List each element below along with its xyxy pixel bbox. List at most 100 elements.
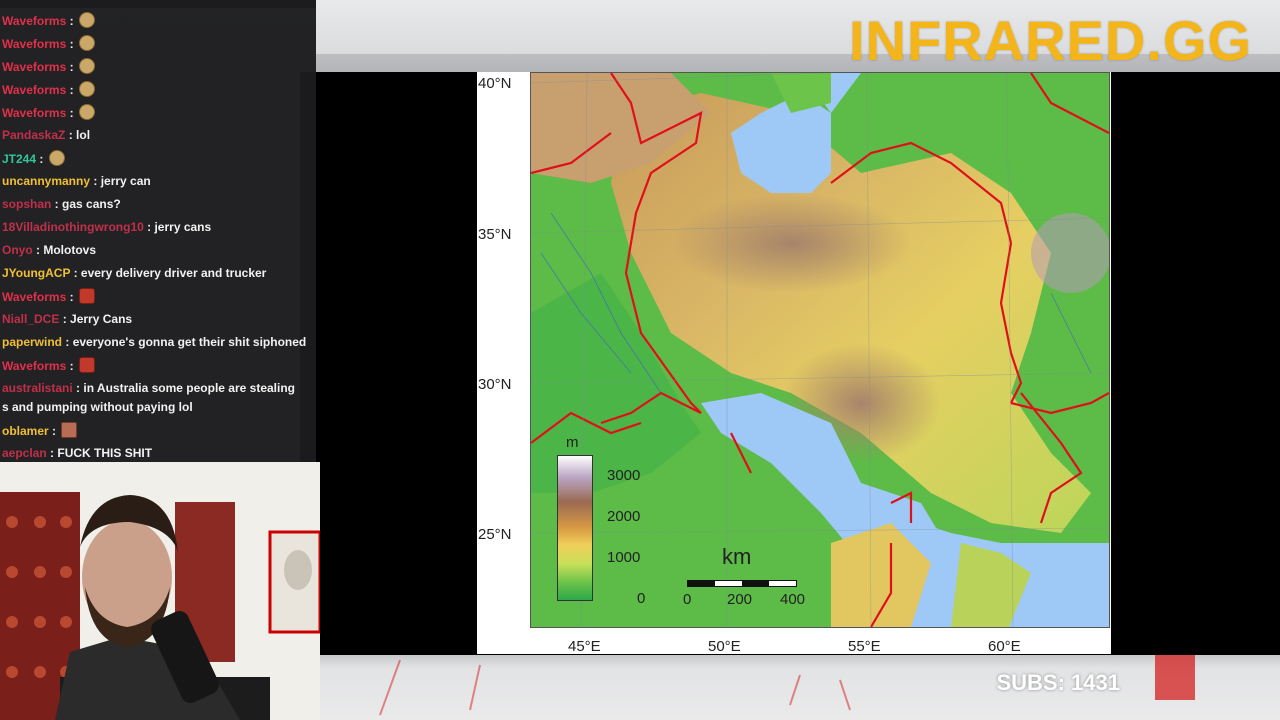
chat-separator: : (66, 60, 77, 74)
emote-icon (78, 288, 95, 304)
chat-message: uncannymanny : jerry can (2, 173, 151, 189)
chat-message: paperwind : everyone's gonna get their s… (2, 334, 306, 350)
chat-message-text: Molotovs (43, 243, 97, 257)
chat-message-text: Jerry Cans (70, 312, 133, 326)
chat-username[interactable]: 18Villadinothingwrong10 (2, 220, 144, 234)
chat-username[interactable]: aepclan (2, 446, 47, 460)
emote-icon (78, 35, 95, 51)
legend-tick-2000: 2000 (607, 508, 641, 525)
chat-message-text: every delivery driver and trucker (80, 266, 267, 280)
chat-message-text: s and pumping without paying lol (2, 400, 193, 414)
chat-username[interactable]: Waveforms (2, 290, 66, 304)
chat-username[interactable]: Waveforms (2, 37, 66, 51)
scale-bar (687, 580, 797, 587)
legend-tick-1000: 1000 (607, 549, 641, 566)
chat-message-text: lol (76, 128, 91, 142)
legend-tick-0: 0 (637, 590, 646, 607)
chat-separator: : (66, 106, 77, 120)
chat-message-text: FUCK THIS SHIT (57, 446, 153, 460)
scale-unit-label: km (722, 544, 752, 569)
chat-separator: : (143, 220, 155, 234)
terrain-map-graphic (531, 73, 1109, 627)
chat-username[interactable]: Waveforms (2, 359, 66, 373)
chat-username[interactable]: Waveforms (2, 60, 66, 74)
chat-message: 18Villadinothingwrong10 : jerry cans (2, 219, 211, 235)
scale-tick-400: 400 (780, 591, 806, 608)
scale-tick-0: 0 (683, 591, 692, 608)
emote-icon (78, 357, 95, 373)
chat-separator: : (62, 335, 73, 349)
legend-unit-label: m (566, 434, 579, 451)
chat-username[interactable]: paperwind (2, 335, 62, 349)
chat-message: JT244 : (2, 150, 65, 167)
chat-username[interactable]: Waveforms (2, 83, 66, 97)
lat-label-25: 25°N (478, 526, 512, 543)
lat-label-30: 30°N (478, 376, 512, 393)
chat-message: sopshan : gas cans? (2, 196, 121, 212)
chat-message-text: in Australia some people are stealing (83, 381, 295, 395)
legend-tick-3000: 3000 (607, 467, 641, 484)
chat-message: Waveforms : (2, 288, 95, 305)
chat-separator: : (36, 152, 47, 166)
terrain-map (530, 72, 1110, 628)
chat-message-text: jerry can (100, 174, 151, 188)
chat-message: Waveforms : (2, 104, 95, 121)
chat-username[interactable]: JT244 (2, 152, 36, 166)
emote-icon (78, 12, 95, 28)
emote-icon (61, 422, 78, 438)
chat-username[interactable]: Waveforms (2, 106, 66, 120)
chat-overlay: Waveforms : Waveforms : Waveforms : Wave… (0, 0, 316, 462)
chat-message: australistani : in Australia some people… (2, 380, 295, 396)
chat-message: PandaskaZ : lol (2, 127, 90, 143)
chat-username[interactable]: Niall_DCE (2, 312, 59, 326)
chat-username[interactable]: Onyo (2, 243, 33, 257)
chat-username[interactable]: JYoungACP (2, 266, 70, 280)
chat-username[interactable]: oblamer (2, 424, 49, 438)
emote-icon (78, 104, 95, 120)
bottom-strip-decoration (379, 655, 1195, 716)
lon-label-55: 55°E (848, 638, 881, 655)
chat-username[interactable]: australistani (2, 381, 73, 395)
chat-message: oblamer : (2, 422, 78, 439)
chat-message: s and pumping without paying lol (2, 399, 193, 415)
chat-separator: : (66, 37, 77, 51)
chat-username[interactable]: uncannymanny (2, 174, 90, 188)
chat-message: Waveforms : (2, 81, 95, 98)
lon-label-60: 60°E (988, 638, 1021, 655)
emote-icon (78, 81, 95, 97)
chat-separator: : (46, 446, 58, 460)
chat-message-text: jerry cans (154, 220, 212, 234)
emote-icon (48, 150, 65, 166)
subscriber-count: SUBS: 1431 (996, 670, 1120, 695)
chat-separator: : (51, 197, 63, 211)
chat-separator: : (48, 424, 60, 438)
webcam-image (0, 462, 320, 720)
chat-username[interactable]: Waveforms (2, 14, 66, 28)
lon-label-50: 50°E (708, 638, 741, 655)
chat-message: Onyo : Molotovs (2, 242, 96, 258)
chat-username[interactable]: PandaskaZ (2, 128, 65, 142)
brand-logo: INFRARED.GG (849, 9, 1252, 72)
emote-icon (78, 58, 95, 74)
chat-separator: : (90, 174, 101, 188)
chat-separator: : (72, 381, 84, 395)
chat-top-edge (0, 0, 316, 8)
chat-message: Waveforms : (2, 12, 95, 29)
chat-message-text: gas cans? (62, 197, 121, 211)
chat-separator: : (65, 128, 77, 142)
chat-separator: : (66, 359, 77, 373)
chat-separator: : (66, 290, 77, 304)
chat-message: Waveforms : (2, 357, 95, 374)
chat-username[interactable]: sopshan (2, 197, 51, 211)
webcam-feed (0, 462, 320, 720)
chat-message: Waveforms : (2, 58, 95, 75)
scale-tick-200: 200 (727, 591, 753, 608)
chat-separator: : (70, 266, 81, 280)
lat-label-40: 40°N (478, 75, 512, 92)
chat-message: aepclan : FUCK THIS SHIT (2, 445, 152, 461)
chat-message: Niall_DCE : Jerry Cans (2, 311, 132, 327)
chat-separator: : (66, 14, 77, 28)
chat-message: Waveforms : (2, 35, 95, 52)
elevation-color-bar (557, 455, 593, 601)
lon-label-45: 45°E (568, 638, 601, 655)
